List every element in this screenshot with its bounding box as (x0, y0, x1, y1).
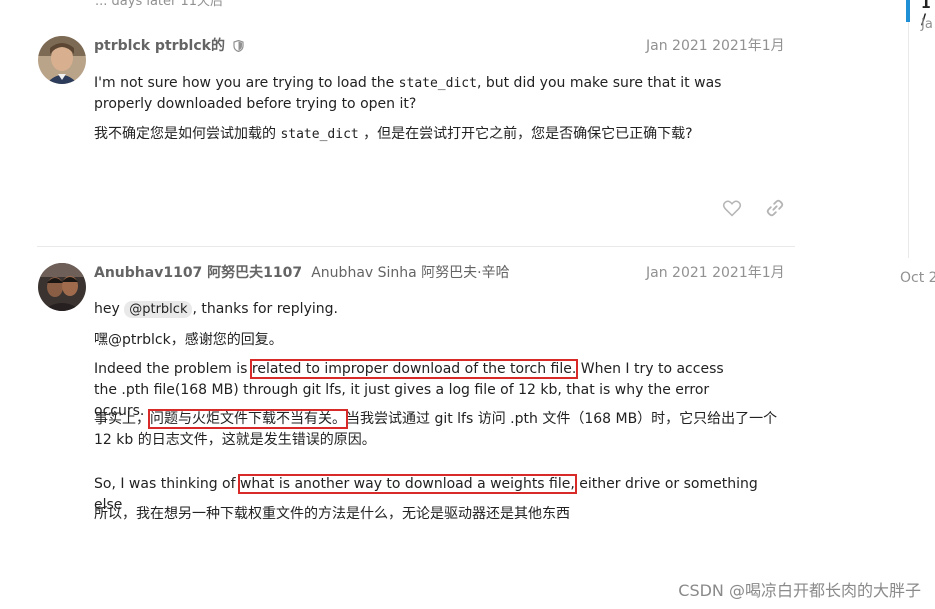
timeline-scroller[interactable] (906, 0, 910, 22)
watermark: CSDN @喝凉白开都长肉的大胖子 (678, 581, 921, 600)
timeline-date: Ja (921, 17, 933, 32)
paragraph-1-zh: 事实上，问题与火炬文件下载不当有关。当我尝试通过 git lfs 访问 .pth… (94, 409, 778, 448)
post-username[interactable]: Anubhav1107 阿努巴夫1107 (94, 265, 302, 281)
greeting-en: hey @ptrblck, thanks for replying. (94, 301, 338, 318)
time-gap-label: ... days later 11天后 (95, 0, 224, 9)
highlight-box: related to improper download of the torc… (249, 359, 579, 379)
post-username[interactable]: ptrblck ptrblck的 (94, 38, 225, 54)
avatar-anubhav[interactable] (38, 263, 86, 311)
post-fullname: Anubhav Sinha 阿努巴夫·辛哈 (311, 265, 510, 281)
paragraph-2-zh: 所以，我在想另一种下载权重文件的方法是什么，无论是驱动器还是其他东西 (94, 506, 570, 522)
timeline-end-date[interactable]: Oct 2 (900, 270, 935, 286)
shield-icon (233, 37, 244, 56)
highlight-box: 问题与火炬文件下载不当有关。 (148, 409, 348, 429)
greeting-zh: 嘿@ptrblck，感谢您的回复。 (94, 332, 283, 348)
highlight-box: what is another way to download a weight… (237, 474, 577, 494)
post-body-zh: 我不确定您是如何尝试加载的 state_dict ，但是在尝试打开它之前，您是否… (94, 126, 693, 142)
post-date[interactable]: Jan 2021 2021年1月 (646, 262, 785, 282)
inline-code: state_dict (280, 127, 359, 142)
post-date[interactable]: Jan 2021 2021年1月 (646, 35, 785, 55)
timeline-track (908, 0, 909, 258)
post-body-en: I'm not sure how you are trying to load … (94, 75, 722, 112)
inline-code: state_dict (398, 76, 477, 91)
link-icon[interactable] (765, 198, 787, 220)
user-mention[interactable]: @ptrblck (124, 301, 193, 318)
post-divider (37, 246, 795, 247)
heart-icon[interactable] (722, 198, 744, 220)
avatar-ptrblck[interactable] (38, 36, 86, 84)
